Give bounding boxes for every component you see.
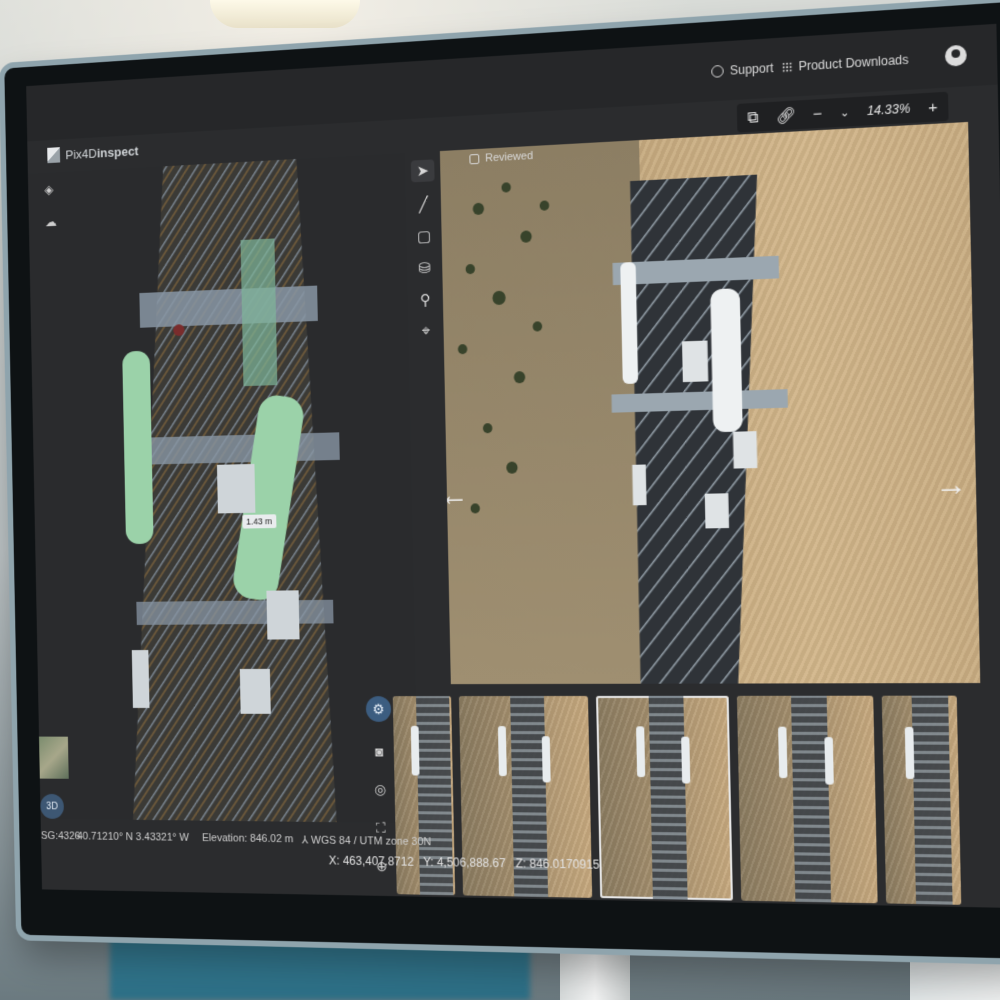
target-icon[interactable]: ◎ (374, 781, 386, 798)
crosshair-icon[interactable]: ⌖ (422, 323, 431, 340)
tower-3d-model (118, 153, 340, 824)
lat-lon-readout: 40.71210° N 3.43321° W (77, 830, 190, 844)
volume-icon[interactable]: ⛁ (418, 259, 431, 277)
thumbnail-selected[interactable] (596, 695, 733, 901)
zoom-level: 14.33% (866, 101, 911, 119)
mini-map[interactable] (39, 736, 69, 779)
drone-photo-viewer[interactable]: ← → (439, 121, 981, 685)
previous-image-arrow[interactable]: ← (440, 479, 469, 513)
z-coordinate: Z: 846.0170915 (515, 856, 600, 872)
monitor: Support Product Downloads Pix4Dinspect ⧉… (4, 1, 1000, 960)
measurement-label: 1.43 m (242, 514, 277, 529)
3d-mode-button[interactable]: 3D (40, 793, 65, 819)
cloud-upload-icon[interactable]: ☁ (45, 214, 57, 230)
link-icon[interactable]: 🔗︎ (776, 106, 796, 126)
area-measure-icon[interactable]: ▢ (417, 227, 431, 246)
app-logo: Pix4Dinspect (47, 143, 139, 164)
thumbnail[interactable] (736, 695, 878, 904)
gear-icon[interactable]: ⚙ (365, 696, 392, 722)
zoom-out-icon[interactable]: ⊖ (377, 897, 389, 908)
checkbox-icon (469, 153, 480, 165)
zoom-out-button[interactable]: − (813, 105, 823, 123)
line-measure-icon[interactable]: ╱ (419, 195, 428, 213)
product-downloads-label: Product Downloads (798, 52, 909, 74)
3d-view[interactable]: ◈ ☁ 1.43 m 3D (27, 153, 419, 824)
photo-tower (457, 174, 788, 684)
logo-text: Pix4Dinspect (65, 143, 139, 162)
camera-icon[interactable]: ◙ (375, 744, 383, 760)
apps-grid-icon (781, 61, 793, 73)
3d-side-tools: ◈ ☁ (44, 182, 57, 230)
y-coordinate: Y: 4,506,888.67 (423, 854, 506, 871)
reviewed-label: Reviewed (485, 149, 534, 165)
thumbnail[interactable] (881, 695, 962, 905)
chevron-down-icon[interactable]: ⌄ (840, 105, 850, 119)
thumbnail-strip (392, 695, 985, 906)
support-link[interactable]: Support (711, 60, 774, 79)
share-icon[interactable]: ⧉ (747, 108, 758, 126)
product-downloads-link[interactable]: Product Downloads (781, 52, 909, 74)
x-coordinate: X: 463,407.8712 (328, 853, 414, 869)
support-icon (711, 64, 724, 78)
location-pin-icon[interactable]: ⚲ (420, 291, 431, 309)
support-label: Support (729, 60, 774, 78)
epsg-fragment: SG:4326 (40, 830, 81, 843)
zoom-in-button[interactable]: + (928, 98, 938, 116)
crs-icon: ⅄ (301, 834, 312, 847)
pix4d-logo-icon (47, 147, 61, 164)
user-avatar-icon[interactable] (944, 44, 967, 67)
thumbnail-tools: ⚙ ◙ ◎ ⛶ ⊕ ⊖ (364, 696, 397, 908)
ceiling-lamp (210, 0, 360, 28)
crs-readout: ⅄ WGS 84 / UTM zone 30N (301, 834, 432, 849)
layers-icon[interactable]: ◈ (44, 182, 56, 198)
select-cursor-icon[interactable]: ➤ (410, 159, 435, 183)
next-image-arrow[interactable]: → (935, 467, 968, 503)
elevation-readout: Elevation: 846.02 m (201, 832, 294, 846)
app-screen: Support Product Downloads Pix4Dinspect ⧉… (26, 23, 1000, 908)
